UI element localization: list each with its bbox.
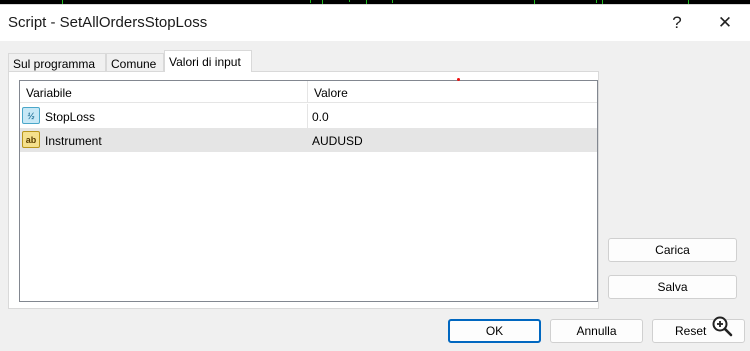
help-icon: ? (672, 13, 682, 32)
marker-dot (457, 78, 460, 81)
variable-value[interactable]: AUDUSD (312, 128, 363, 152)
cancel-button[interactable]: Annulla (550, 319, 643, 343)
ok-button[interactable]: OK (448, 319, 541, 343)
column-header-valore[interactable]: Valore (308, 81, 597, 103)
close-icon: ✕ (717, 13, 733, 32)
close-button[interactable]: ✕ (702, 7, 748, 39)
variable-value[interactable]: 0.0 (312, 104, 329, 128)
tab-label: Valori di input (169, 55, 241, 69)
inputs-tab-panel: Variabile Valore ½ StopLoss 0.0 ab Instr… (8, 71, 599, 309)
string-type-icon: ab (22, 131, 40, 148)
tab-comune[interactable]: Comune (106, 53, 164, 72)
help-button[interactable]: ? (654, 7, 700, 39)
variable-name: StopLoss (45, 110, 96, 124)
column-header-variabile[interactable]: Variabile (20, 81, 307, 103)
table-row[interactable]: ab Instrument AUDUSD (20, 128, 597, 152)
load-button[interactable]: Carica (608, 238, 737, 262)
grid-header: Variabile Valore (20, 81, 597, 103)
tab-label: Comune (111, 57, 157, 71)
script-properties-dialog: Script - SetAllOrdersStopLoss ? ✕ Sul pr… (0, 4, 750, 351)
tab-label: Sul programma (13, 57, 96, 71)
tab-valori-di-input[interactable]: Valori di input (164, 50, 252, 72)
table-row[interactable]: ½ StopLoss 0.0 (20, 104, 597, 128)
window-title: Script - SetAllOrdersStopLoss (8, 14, 208, 31)
zoom-in-icon[interactable] (711, 315, 733, 337)
variable-name: Instrument (45, 134, 102, 148)
inputs-grid: Variabile Valore ½ StopLoss 0.0 ab Instr… (19, 80, 598, 302)
tab-sul-programma[interactable]: Sul programma (8, 53, 106, 72)
save-button[interactable]: Salva (608, 275, 737, 299)
double-type-icon: ½ (22, 107, 40, 124)
title-bar[interactable]: Script - SetAllOrdersStopLoss ? ✕ (0, 5, 750, 41)
